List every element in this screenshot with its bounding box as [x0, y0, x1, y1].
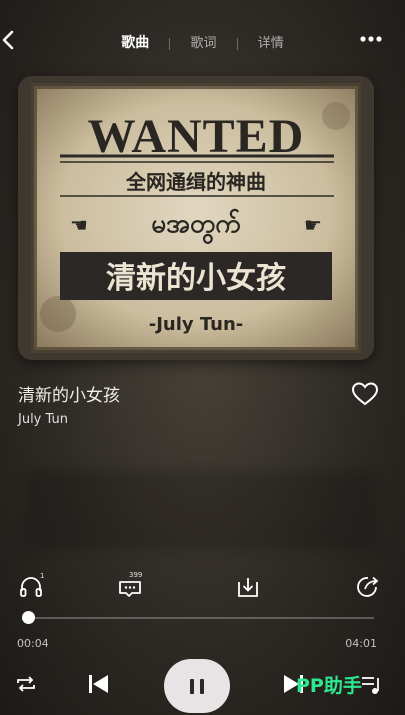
share-icon[interactable]	[355, 574, 381, 600]
previous-track-icon[interactable]	[86, 672, 110, 696]
pause-icon-bar	[200, 679, 204, 694]
progress-track[interactable]	[28, 617, 374, 619]
total-time: 04:01	[345, 637, 377, 650]
more-options-icon[interactable]	[359, 29, 383, 49]
pointing-hand-left-icon: ☚	[70, 213, 88, 237]
listen-badge: 1	[40, 572, 45, 580]
cover-artist: -July Tun-	[149, 314, 244, 335]
artist-name[interactable]: July Tun	[18, 412, 68, 427]
blurred-lyrics-area	[26, 470, 376, 550]
song-title: 清新的小女孩	[18, 386, 120, 406]
tab-lyrics[interactable]: 歌词	[190, 32, 216, 51]
pointing-hand-right-icon: ☛	[304, 213, 322, 237]
tab-divider	[236, 37, 238, 50]
tab-song[interactable]: 歌曲	[121, 32, 149, 52]
cover-title: 清新的小女孩	[106, 261, 286, 296]
watermark-text: PP助手	[296, 675, 362, 697]
tab-bar: 歌曲 歌词 详情	[0, 32, 405, 52]
progress-thumb[interactable]	[22, 611, 35, 624]
pause-button[interactable]	[164, 659, 230, 713]
tab-divider	[169, 37, 171, 50]
cover-headline: WANTED	[88, 110, 305, 163]
top-bar: 歌曲 歌词 详情	[0, 22, 405, 62]
cover-subtitle: 全网通缉的神曲	[125, 170, 266, 194]
repeat-icon[interactable]	[14, 672, 38, 696]
heart-icon[interactable]	[351, 381, 379, 407]
tab-details[interactable]: 详情	[258, 32, 284, 51]
playlist-icon[interactable]	[360, 672, 382, 696]
album-cover: WANTED 全网通缉的神曲 ☚ မအတွက် ☛ 清新的小女孩 -July T…	[18, 76, 374, 360]
comment-count: 399	[129, 571, 143, 579]
pause-icon	[190, 679, 194, 694]
current-time: 00:04	[17, 637, 49, 650]
action-row: 1 399	[0, 571, 405, 602]
download-icon[interactable]	[235, 574, 261, 600]
cover-burmese: မအတွက်	[151, 208, 241, 244]
